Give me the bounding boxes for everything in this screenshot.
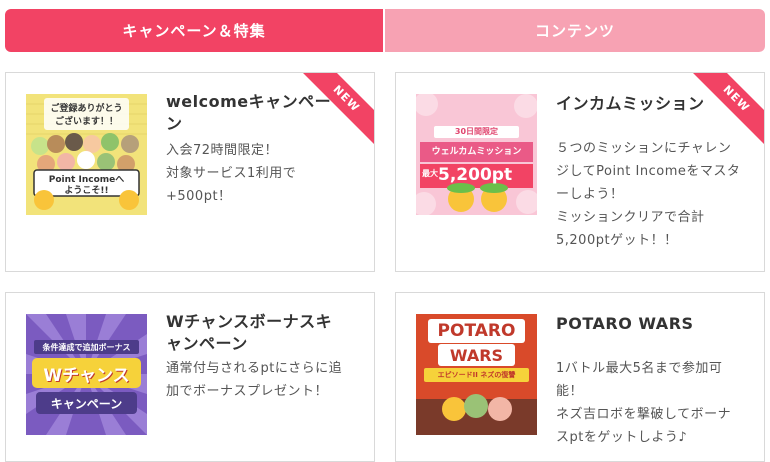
card-description: 通常付与されるptにさらに追加でボーナスプレゼント！ bbox=[166, 361, 343, 399]
thumb-top: 条件達成で追加ボーナス bbox=[42, 343, 131, 352]
w-chance-thumbnail: 条件達成で追加ボーナス Wチャンス キャンペーン bbox=[26, 314, 147, 435]
card-potaro-wars[interactable]: POTARO WARS エピソードII ネズの復讐 POTARO WARS 1バ… bbox=[395, 292, 765, 462]
card-income-mission[interactable]: 30日間限定 ウェルカムミッション 最大 5,200pt インカムミッション ５… bbox=[395, 72, 765, 272]
welcome-campaign-thumbnail: ご登録ありがとう ございます！！ Point Incomeへ ようこそ!! bbox=[26, 94, 147, 215]
thumb-sub: エピソードII ネズの復讐 bbox=[437, 371, 516, 379]
thumb-headline: ウェルカムミッション bbox=[431, 147, 522, 157]
thumb-label-2: ようこそ!! bbox=[64, 186, 109, 196]
thumb-sub: キャンペーン bbox=[50, 397, 123, 411]
thumb-text-2: ございます！！ bbox=[54, 117, 118, 127]
card-title: Wチャンスボーナスキャンペーン bbox=[166, 312, 333, 353]
thumb-ribbon: 30日間限定 bbox=[454, 127, 499, 136]
thumb-text-1: ご登録ありがとう bbox=[50, 104, 123, 114]
income-mission-thumbnail: 30日間限定 ウェルカムミッション 最大 5,200pt bbox=[416, 94, 537, 215]
card-description: 1バトル最大5名まで参加可能！ ネズ吉ロボを撃破してボーナスptをゲットしよう♪ bbox=[556, 361, 732, 445]
tab-campaign[interactable]: キャンペーン＆特集 bbox=[5, 9, 383, 52]
card-description: 入会72時間限定！ 対象サービス1利用で+500pt！ bbox=[166, 143, 297, 204]
thumb-line2: WARS bbox=[449, 346, 504, 365]
potaro-wars-thumbnail: POTARO WARS エピソードII ネズの復讐 bbox=[416, 314, 537, 435]
card-welcome-campaign[interactable]: ご登録ありがとう ございます！！ Point Incomeへ ようこそ!! we… bbox=[5, 72, 375, 272]
card-title: POTARO WARS bbox=[556, 314, 694, 333]
tab-bar: キャンペーン＆特集 コンテンツ bbox=[5, 9, 765, 52]
card-w-chance-campaign[interactable]: 条件達成で追加ボーナス Wチャンス キャンペーン Wチャンスボーナスキャンペーン… bbox=[5, 292, 375, 462]
card-title: welcomeキャンペーン bbox=[166, 92, 332, 133]
card-description: ５つのミッションにチャレンジしてPoint Incomeをマスターしよう！ ミッ… bbox=[556, 141, 741, 248]
thumb-line1: POTARO bbox=[437, 321, 516, 341]
thumb-max-label: 最大 bbox=[422, 169, 438, 178]
tab-contents[interactable]: コンテンツ bbox=[385, 9, 765, 52]
thumb-main: Wチャンス bbox=[43, 366, 130, 386]
thumb-amount: 5,200pt bbox=[438, 165, 513, 185]
card-title: インカムミッション bbox=[556, 94, 705, 113]
